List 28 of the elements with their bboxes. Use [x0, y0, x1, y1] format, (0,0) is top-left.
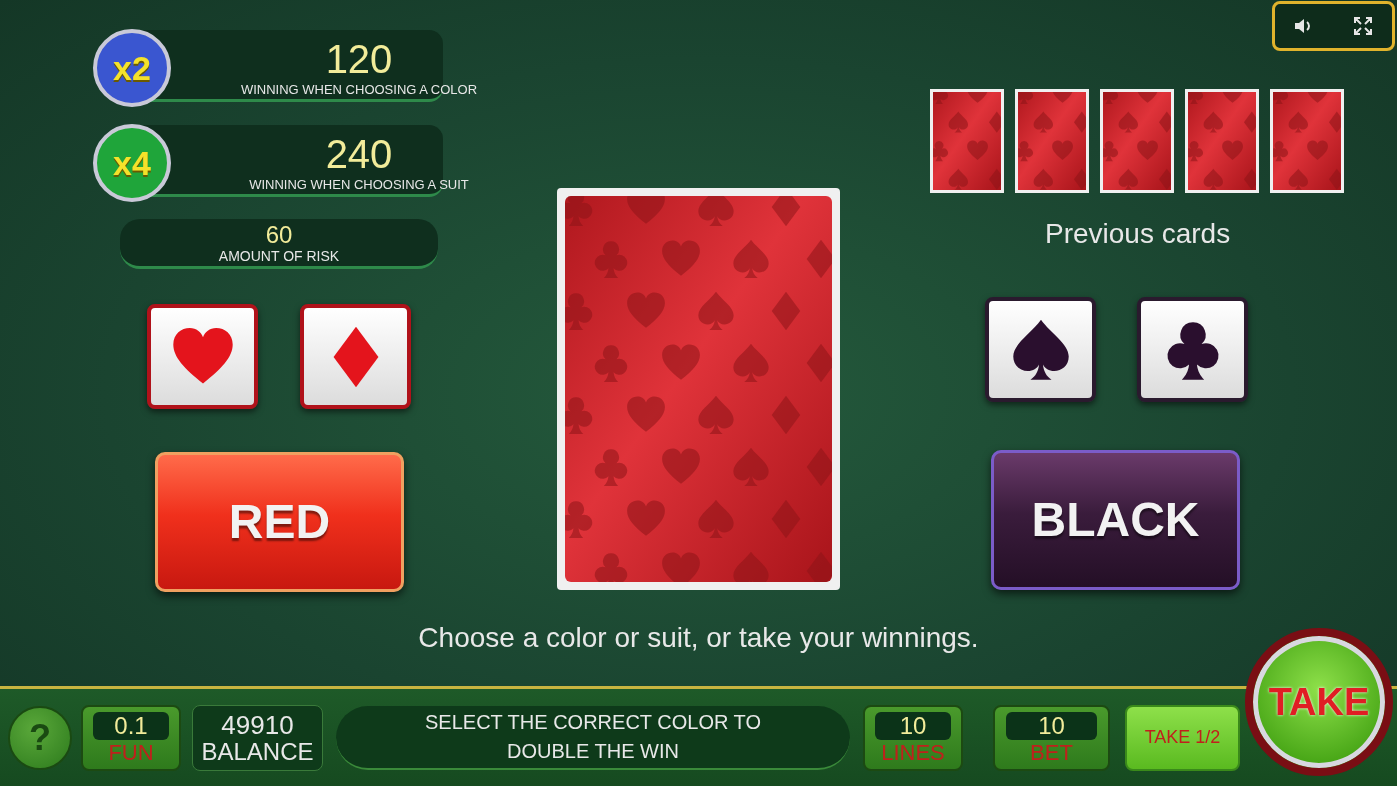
previous-cards-title: Previous cards — [1045, 217, 1232, 251]
balance-value: 49910 — [221, 710, 294, 739]
fun-selector[interactable]: 0.1 FUN — [81, 704, 181, 771]
multiplier-value: 120 — [325, 37, 393, 81]
multiplier-badge: x2 — [93, 29, 171, 107]
diamond-button[interactable] — [300, 304, 411, 409]
club-button[interactable] — [1137, 297, 1248, 402]
multiplier-value: 240 — [325, 132, 393, 176]
lines-selector-label: LINES — [881, 739, 945, 766]
bet-selector-label: BET — [1030, 739, 1073, 766]
lines-selector[interactable]: 10 LINES — [863, 704, 963, 771]
bet-selector[interactable]: 10 BET — [993, 704, 1110, 771]
instruction-text: Choose a color or suit, or take your winnings. — [418, 621, 979, 655]
multiplier-label: WINNING WHEN CHOOSING A COLOR — [240, 81, 478, 99]
risk-value: 60 — [265, 221, 293, 248]
bet-selector-value: 10 — [1006, 711, 1097, 740]
balance-label: BALANCE — [201, 738, 314, 765]
multiplier-label: WINNING WHEN CHOOSING A SUIT — [249, 176, 469, 194]
status-text: SELECT THE CORRECT COLOR TO DOUBLE THE WIN — [424, 709, 762, 764]
heart-button[interactable] — [147, 304, 258, 409]
choice-button[interactable]: BLACK — [991, 450, 1240, 590]
lines-selector-value: 10 — [874, 711, 952, 740]
multiplier-badge: x4 — [93, 124, 171, 202]
fun-selector-label: FUN — [108, 739, 154, 766]
spade-button[interactable] — [985, 297, 1096, 402]
fun-selector-value: 0.1 — [92, 711, 170, 740]
risk-label: AMOUNT OF RISK — [218, 247, 340, 264]
choice-button[interactable]: RED — [155, 452, 404, 592]
